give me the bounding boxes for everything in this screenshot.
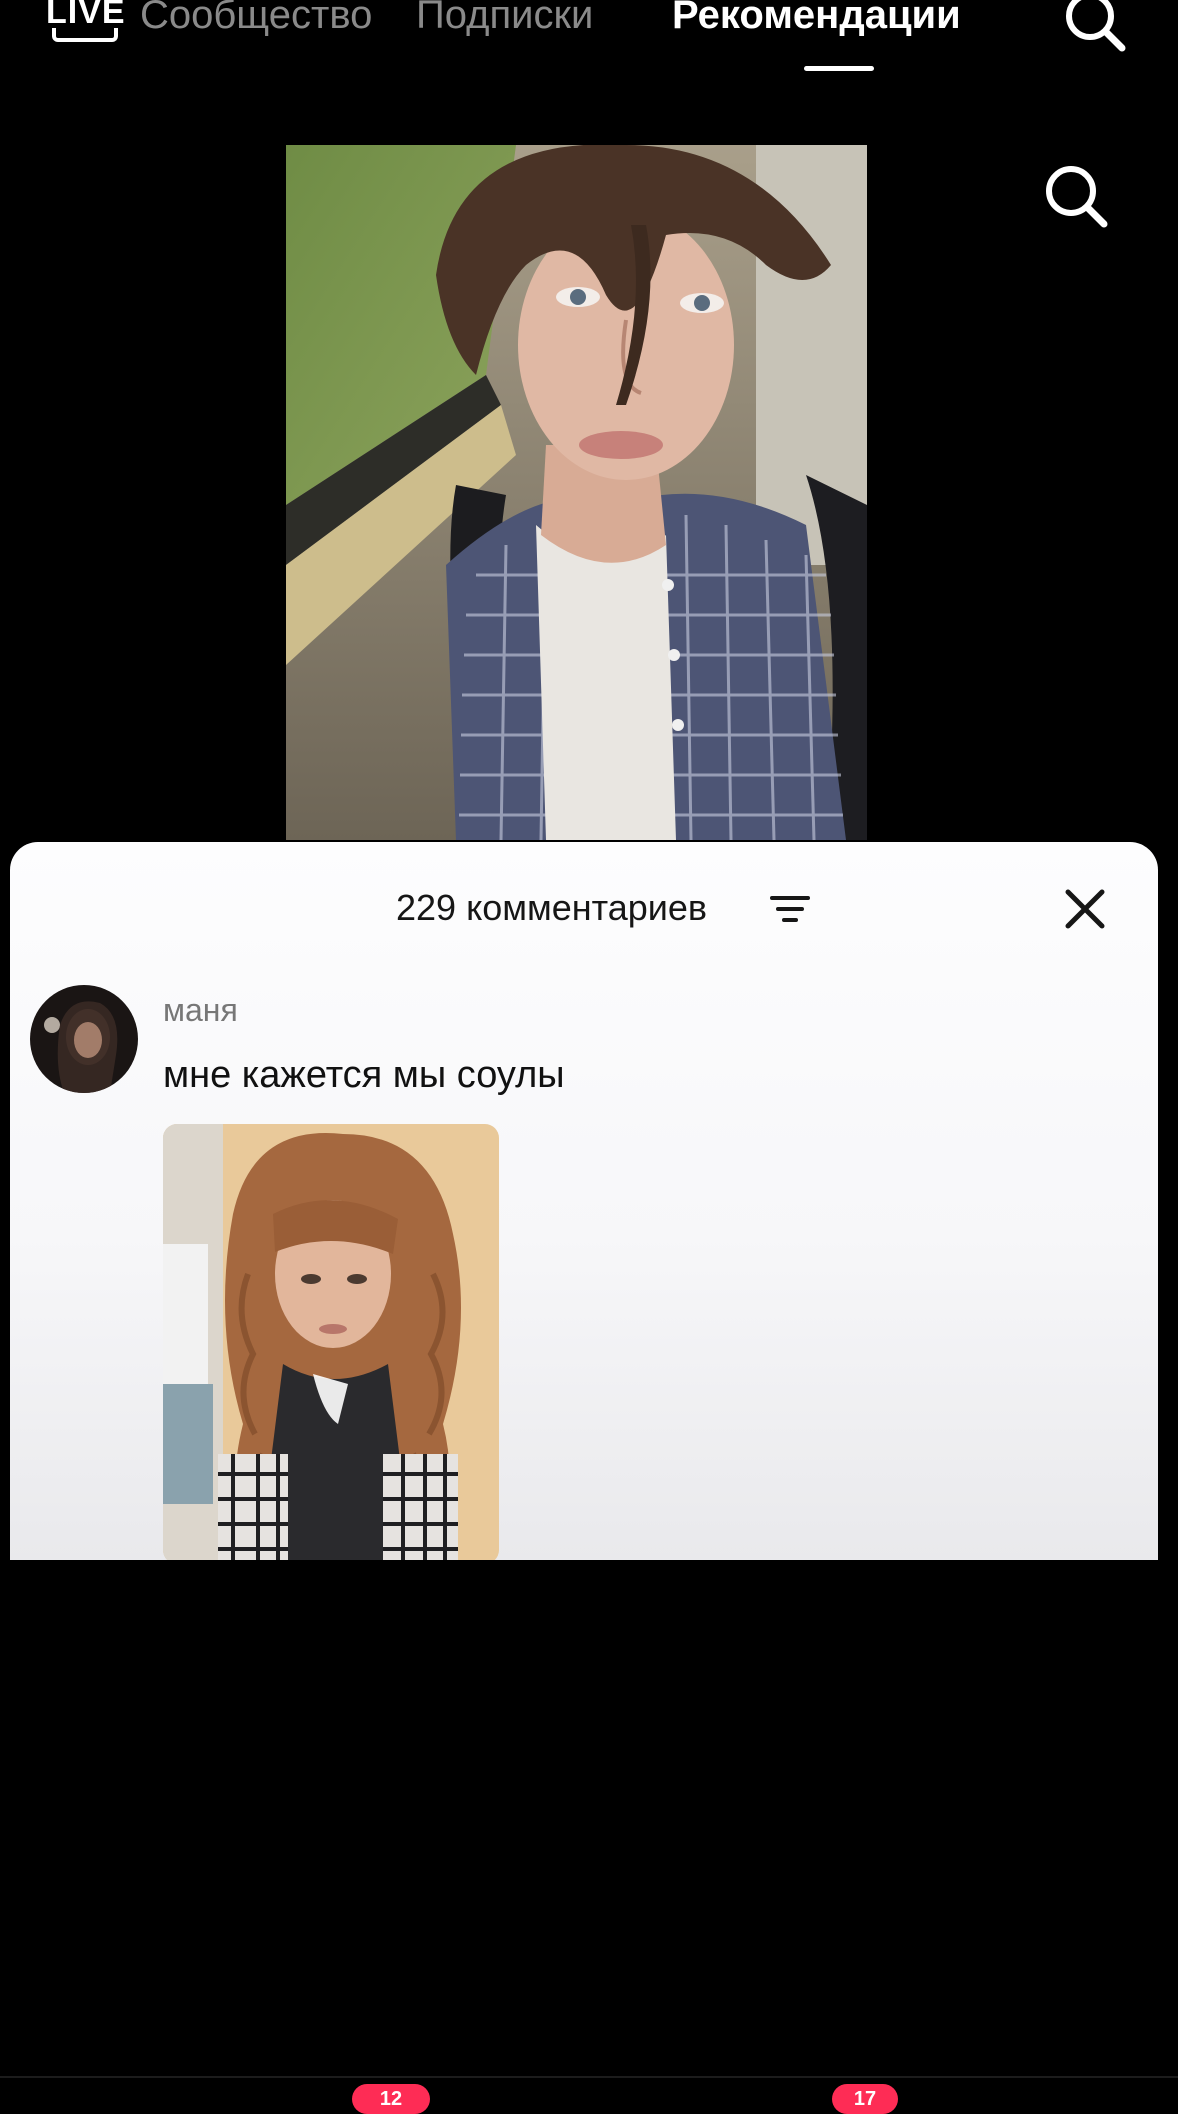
video-search-button[interactable] [1040, 160, 1112, 232]
tab-recommendations[interactable]: Рекомендации [672, 0, 961, 40]
search-button[interactable] [1060, 0, 1130, 56]
comment-photo-image [163, 1124, 499, 1560]
avatar[interactable] [30, 985, 138, 1093]
comment-attached-photo[interactable] [163, 1124, 499, 1560]
bottom-tab-bar: 12 17 [0, 2076, 1178, 2114]
live-tv-icon [52, 28, 118, 42]
comment-count: 229 комментариев [396, 887, 708, 928]
profile-badge: 17 [832, 2084, 898, 2114]
video-player[interactable] [286, 145, 867, 840]
comments-sheet: 229 комментариев маня мне кажется мы соу… [10, 842, 1158, 1560]
top-navigation: LIVE Сообщество Подписки Рекомендации [0, 0, 1178, 80]
tab-subscriptions[interactable]: Подписки [416, 0, 593, 40]
avatar-image [30, 985, 138, 1093]
comments-header: 229 комментариев [10, 880, 1158, 940]
close-icon[interactable] [1060, 884, 1110, 934]
video-frame-image [286, 145, 867, 840]
search-icon [1046, 166, 1108, 228]
comment-text: мне кажется мы соулы [163, 1054, 565, 1096]
tab-community[interactable]: Сообщество [140, 0, 372, 40]
inbox-badge: 12 [352, 2084, 430, 2114]
comment-author[interactable]: маня [163, 990, 238, 1030]
search-icon [1066, 0, 1126, 52]
active-tab-indicator [804, 66, 874, 71]
filter-lines-icon[interactable] [770, 892, 810, 926]
live-button[interactable]: LIVE [46, 0, 125, 48]
